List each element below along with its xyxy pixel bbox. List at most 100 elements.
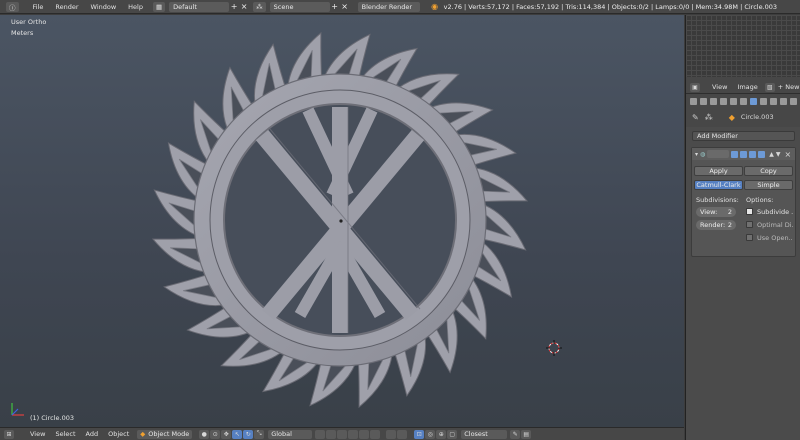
show-render-icon[interactable]	[749, 150, 757, 158]
tab-data-icon[interactable]	[760, 98, 767, 105]
image-browse-icon[interactable]: ▧	[764, 82, 775, 92]
axis-gizmo	[11, 403, 24, 416]
add-modifier-dropdown[interactable]: Add Modifier	[692, 131, 795, 141]
apply-button[interactable]: Apply	[694, 166, 743, 176]
layer-button-7[interactable]	[386, 429, 397, 439]
menu-object[interactable]: Object	[103, 430, 134, 438]
layer-button-4[interactable]	[348, 429, 359, 439]
pin-icon[interactable]: ✎	[692, 113, 699, 122]
new-image-label: New	[785, 83, 800, 91]
remove-modifier-icon[interactable]: ×	[785, 150, 792, 159]
subdivide-uvs-label: Subdivide ...	[757, 208, 793, 216]
copy-button[interactable]: Copy	[744, 166, 793, 176]
layer-button-5[interactable]	[359, 429, 370, 439]
manipulator-toggle-icon[interactable]: ✥	[221, 429, 232, 439]
uv-editor-header: ▣ View Image ▧ + New	[686, 81, 800, 94]
subsurf-icon: ◍	[700, 150, 706, 158]
menu-select[interactable]: Select	[50, 430, 80, 438]
optimal-display-label: Optimal Di...	[757, 221, 793, 229]
menu-add[interactable]: Add	[81, 430, 104, 438]
render-icon[interactable]: ✎	[510, 429, 521, 439]
3d-cursor-icon[interactable]	[546, 340, 562, 356]
view-levels-label: View:	[700, 208, 718, 216]
layer-button-1[interactable]	[315, 429, 326, 439]
tab-constraints-icon[interactable]	[740, 98, 747, 105]
uv-menu-image[interactable]: Image	[732, 83, 762, 91]
render-levels-label: Render:	[700, 221, 726, 229]
scene-field[interactable]: Scene	[269, 1, 330, 12]
mode-dropdown[interactable]: ◆ Object Mode	[137, 429, 193, 439]
menu-help[interactable]: Help	[122, 3, 149, 11]
render-engine-dropdown[interactable]: Blender Render	[357, 1, 420, 12]
viewport-header: ⊞ View Select Add Object ◆ Object Mode ● …	[0, 427, 684, 440]
snap-toggle-icon[interactable]: ⊡	[414, 429, 425, 439]
transform-orientation-dropdown[interactable]: Global	[268, 429, 313, 439]
properties-context: ✎ ⁂ ◆ Circle.003	[686, 111, 800, 123]
screen-layout-icon[interactable]: ▦	[153, 1, 166, 12]
info-header: ⓘ File Render Window Help ▦ Default + × …	[0, 0, 800, 14]
use-opensubdiv-checkbox[interactable]	[746, 234, 753, 241]
screen-layout-field[interactable]: Default	[169, 1, 230, 12]
editor-type-info-icon[interactable]: ⓘ	[6, 1, 19, 12]
tab-world-icon[interactable]	[720, 98, 727, 105]
move-up-icon[interactable]: ▲	[769, 151, 774, 158]
scene-statistics: v2.76 | Verts:57,172 | Faces:57,192 | Tr…	[443, 2, 778, 11]
menu-window[interactable]: Window	[85, 3, 123, 11]
new-image-button[interactable]: + New	[776, 83, 800, 91]
3d-viewport[interactable]: User Ortho Meters (1) Circle.003	[0, 15, 684, 427]
modifier-name-field[interactable]	[707, 150, 730, 158]
use-opensubdiv-label: Use Open...	[757, 234, 793, 242]
pivot-point-icon[interactable]: ⊙	[210, 429, 221, 439]
uv-menu-view[interactable]: View	[707, 83, 732, 91]
add-screen-icon[interactable]: +	[229, 2, 239, 12]
subdivide-uvs-checkbox[interactable]	[746, 208, 753, 215]
add-scene-icon[interactable]: +	[330, 2, 340, 12]
view-levels-field[interactable]: View: 2	[696, 207, 736, 217]
layer-button-6[interactable]	[370, 429, 381, 439]
rotate-manipulator-icon[interactable]: ↻	[243, 429, 254, 439]
tab-layers-icon[interactable]	[700, 98, 707, 105]
show-in-editmode-icon[interactable]	[731, 150, 739, 158]
snap-target-dropdown[interactable]: Closest	[461, 429, 508, 439]
mode-label: Object Mode	[148, 430, 190, 438]
menu-render[interactable]: Render	[49, 3, 84, 11]
blender-logo-icon: ◉	[431, 2, 439, 11]
optimal-display-checkbox[interactable]	[746, 221, 753, 228]
snap-element-icon[interactable]: ⊕	[436, 429, 447, 439]
snap-target-icon[interactable]: ▢	[447, 429, 458, 439]
menu-view[interactable]: View	[25, 430, 50, 438]
editor-type-image-icon[interactable]: ▣	[690, 82, 700, 92]
translate-manipulator-icon[interactable]: ↖	[232, 429, 243, 439]
show-on-cage-icon[interactable]	[740, 150, 748, 158]
editor-type-3d-icon[interactable]: ⊞	[4, 429, 14, 439]
menu-file[interactable]: File	[27, 3, 50, 11]
tab-render-icon[interactable]	[690, 98, 697, 105]
tab-material-icon[interactable]	[770, 98, 777, 105]
sun-mesh-object[interactable]	[0, 15, 684, 427]
tab-modifiers-icon[interactable]	[750, 98, 757, 105]
layer-button-8[interactable]	[397, 429, 408, 439]
uv-image-editor[interactable]	[686, 15, 800, 77]
tab-scene-icon[interactable]	[710, 98, 717, 105]
layer-button-2[interactable]	[326, 429, 337, 439]
proportional-edit-icon[interactable]: ◎	[425, 429, 436, 439]
tab-object-icon[interactable]	[730, 98, 737, 105]
move-down-icon[interactable]: ▼	[776, 151, 781, 158]
object-name-label: Circle.003	[740, 113, 774, 121]
modifier-header: ▾ ◍ ▲ ▼ ×	[692, 148, 795, 160]
scale-manipulator-icon[interactable]: ⤡	[254, 429, 265, 439]
viewport-shading-icon[interactable]: ●	[199, 429, 210, 439]
opengl-render-icon[interactable]: ▤	[521, 429, 532, 439]
show-viewport-icon[interactable]	[758, 150, 766, 158]
delete-scene-icon[interactable]: ×	[340, 2, 350, 12]
render-levels-field[interactable]: Render: 2	[696, 220, 736, 230]
catmull-clark-button[interactable]: Catmull-Clark	[694, 180, 743, 190]
simple-button[interactable]: Simple	[744, 180, 793, 190]
scene-ctx-icon: ⁂	[704, 112, 713, 122]
delete-screen-icon[interactable]: ×	[239, 2, 249, 12]
tab-texture-icon[interactable]	[780, 98, 787, 105]
collapse-arrow-icon[interactable]: ▾	[695, 151, 698, 158]
tab-particles-icon[interactable]	[790, 98, 797, 105]
layer-button-3[interactable]	[337, 429, 348, 439]
scene-icon[interactable]: ⁂	[253, 1, 266, 12]
